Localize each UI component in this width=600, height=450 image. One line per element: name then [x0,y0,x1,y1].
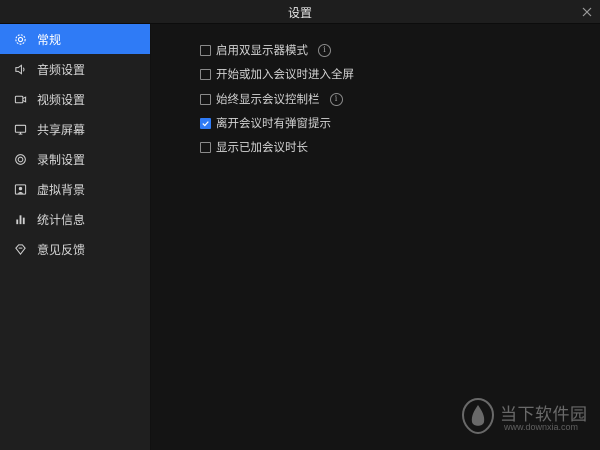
sidebar-item-screen-share[interactable]: 共享屏幕 [0,114,150,144]
bar-chart-icon [14,213,27,226]
option-label: 开始或加入会议时进入全屏 [216,67,354,81]
sidebar-item-label: 统计信息 [37,212,86,227]
watermark: 当下软件园 www.downxia.com [460,395,590,440]
checkmark-icon [202,120,209,126]
window-title: 设置 [287,6,312,20]
sidebar-item-label: 常规 [37,32,62,47]
option-always-show-controls[interactable]: 始终显示会议控制栏 i [200,91,343,107]
option-dual-monitor[interactable]: 启用双显示器模式 i [200,42,331,58]
checkbox[interactable] [200,44,211,56]
video-camera-icon [14,93,27,106]
downxia-logo-icon [461,397,495,435]
sidebar-item-audio[interactable]: 音频设置 [0,54,150,84]
close-icon [582,7,591,16]
close-button[interactable] [579,4,594,19]
option-label: 显示已加会议时长 [216,140,308,154]
checkbox[interactable] [200,93,211,105]
watermark-url: www.downxia.com [504,422,579,432]
sidebar-item-general[interactable]: 常规 [0,24,150,54]
sidebar: 常规 音频设置 视频设置 共享屏幕 录制设置 虚拟背景 统计信息 意见反馈 [0,24,150,450]
sidebar-item-statistics[interactable]: 统计信息 [0,204,150,234]
checkbox-checked[interactable] [200,117,211,129]
option-label: 启用双显示器模式 [216,43,308,57]
sidebar-item-video[interactable]: 视频设置 [0,84,150,114]
option-fullscreen-on-join[interactable]: 开始或加入会议时进入全屏 [200,66,354,82]
speaker-icon [14,63,27,76]
general-settings-panel: 启用双显示器模式 i 开始或加入会议时进入全屏 始终显示会议控制栏 i 离开会议… [151,24,600,450]
sidebar-item-label: 视频设置 [37,92,86,107]
feedback-icon [14,243,27,256]
sidebar-item-label: 意见反馈 [37,242,86,257]
sidebar-item-label: 虚拟背景 [37,182,86,197]
checkbox[interactable] [200,68,211,80]
option-label: 离开会议时有弹窗提示 [216,116,331,130]
gear-icon [14,33,27,46]
title-bar: 设置 [0,0,600,24]
checkbox[interactable] [200,141,211,153]
sidebar-item-recording[interactable]: 录制设置 [0,144,150,174]
option-show-meeting-duration[interactable]: 显示已加会议时长 [200,139,308,155]
monitor-icon [14,123,27,136]
sidebar-item-label: 音频设置 [37,62,86,77]
info-icon[interactable]: i [329,92,343,106]
info-icon[interactable]: i [318,43,331,57]
sidebar-item-virtual-background[interactable]: 虚拟背景 [0,174,150,204]
sidebar-item-feedback[interactable]: 意见反馈 [0,234,150,264]
sidebar-item-label: 共享屏幕 [37,122,86,137]
record-icon [14,153,27,166]
sidebar-item-label: 录制设置 [37,152,86,167]
option-label: 始终显示会议控制栏 [216,92,320,106]
option-leave-confirm[interactable]: 离开会议时有弹窗提示 [200,115,331,131]
portrait-icon [14,183,27,196]
